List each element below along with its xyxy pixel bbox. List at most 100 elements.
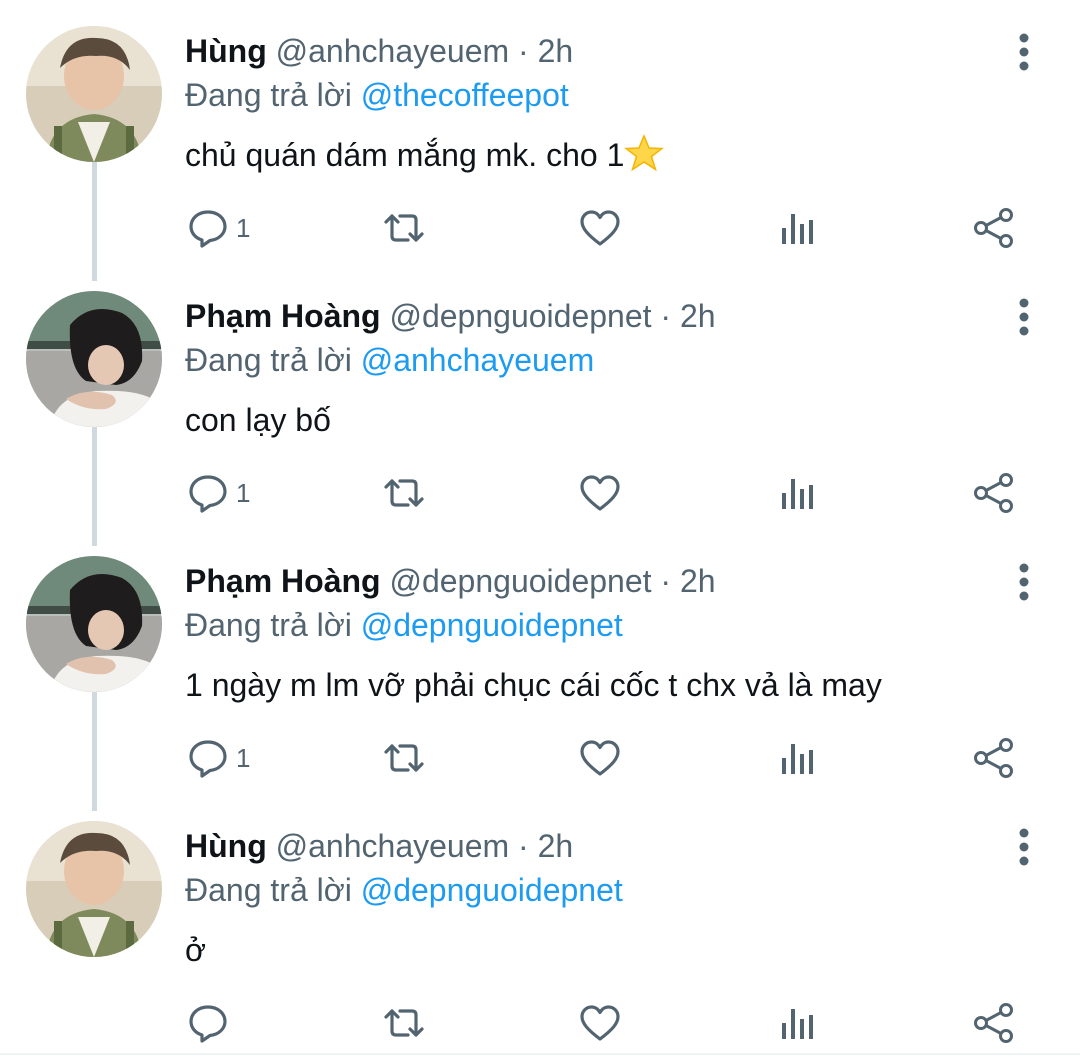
tweet[interactable]: Phạm Hoàng @depnguoidepnet · 2h Đang trả… — [0, 273, 1080, 538]
share-icon — [974, 738, 1013, 778]
avatar[interactable] — [26, 26, 162, 162]
display-name[interactable]: Phạm Hoàng — [185, 563, 381, 599]
replying-to: Đang trả lời @anhchayeuem — [185, 340, 594, 380]
like-button[interactable] — [578, 200, 622, 256]
share-button[interactable] — [972, 200, 1016, 256]
retweet-icon — [384, 744, 424, 772]
reply-count: 1 — [236, 742, 251, 773]
user-handle[interactable]: @anhchayeuem — [276, 33, 510, 69]
tweet-actions — [0, 995, 1080, 1051]
separator: · — [518, 828, 529, 864]
mention-link[interactable]: @thecoffeepot — [361, 77, 569, 113]
more-vertical-icon[interactable] — [1008, 558, 1040, 606]
reply-icon — [189, 210, 227, 248]
tweet-actions: 1 — [0, 465, 1080, 521]
tweet-text-content: chủ quán dám mắng mk. cho 1 — [185, 137, 625, 173]
user-handle[interactable]: @depnguoidepnet — [389, 563, 651, 599]
tweet-text: con lạy bố — [185, 402, 331, 438]
like-button[interactable] — [578, 730, 622, 786]
heart-icon — [580, 1005, 620, 1041]
avatar[interactable] — [26, 821, 162, 957]
tweet-text: ở — [185, 932, 206, 968]
tweet[interactable]: Phạm Hoàng @depnguoidepnet · 2h Đang trả… — [0, 538, 1080, 803]
tweet-header: Hùng @anhchayeuem · 2h — [185, 31, 573, 71]
timestamp[interactable]: 2h — [680, 298, 716, 334]
display-name[interactable]: Phạm Hoàng — [185, 298, 381, 334]
replying-to-label: Đang trả lời — [185, 77, 352, 113]
reply-icon — [189, 1005, 227, 1043]
share-icon — [974, 1003, 1013, 1043]
timestamp[interactable]: 2h — [538, 33, 574, 69]
share-button[interactable] — [972, 465, 1016, 521]
tweet[interactable]: Hùng @anhchayeuem · 2h Đang trả lời @the… — [0, 8, 1080, 273]
user-handle[interactable]: @anhchayeuem — [276, 828, 510, 864]
mention-link[interactable]: @anhchayeuem — [361, 342, 595, 378]
analytics-icon — [782, 744, 813, 774]
display-name[interactable]: Hùng — [185, 33, 267, 69]
tweet-actions: 1 — [0, 730, 1080, 786]
tweet-text: 1 ngày m lm vỡ phải chục cái cốc t chx v… — [185, 667, 882, 703]
analytics-button[interactable] — [776, 730, 820, 786]
analytics-icon — [782, 479, 813, 509]
avatar[interactable] — [26, 556, 162, 692]
separator: · — [660, 563, 672, 599]
reply-button[interactable]: 1 — [186, 730, 250, 786]
avatar-pham-hoang-image — [26, 556, 162, 692]
replying-to: Đang trả lời @depnguoidepnet — [185, 605, 623, 645]
share-icon — [974, 208, 1013, 248]
retweet-icon — [384, 214, 424, 242]
mention-link[interactable]: @depnguoidepnet — [361, 607, 623, 643]
analytics-icon — [782, 1009, 813, 1039]
reply-icon — [189, 475, 227, 513]
mention-link[interactable]: @depnguoidepnet — [361, 872, 623, 908]
tweet[interactable]: Hùng @anhchayeuem · 2h Đang trả lời @dep… — [0, 803, 1080, 1057]
analytics-button[interactable] — [776, 200, 820, 256]
retweet-button[interactable] — [382, 730, 426, 786]
retweet-button[interactable] — [382, 200, 426, 256]
retweet-icon — [384, 479, 424, 507]
reply-button[interactable]: 1 — [186, 200, 250, 256]
reply-count: 1 — [236, 212, 251, 243]
tweet-actions: 1 — [0, 200, 1080, 256]
share-button[interactable] — [972, 730, 1016, 786]
user-handle[interactable]: @depnguoidepnet — [389, 298, 651, 334]
replying-to: Đang trả lời @depnguoidepnet — [185, 870, 623, 910]
avatar-pham-hoang-image — [26, 291, 162, 427]
reply-button[interactable]: 1 — [186, 465, 250, 521]
avatar-hung-image — [26, 821, 162, 957]
separator: · — [518, 33, 529, 69]
analytics-icon — [782, 214, 813, 244]
more-vertical-icon[interactable] — [1008, 293, 1040, 341]
star-emoji — [624, 134, 665, 172]
avatar-hung-image — [26, 26, 162, 162]
replying-to: Đang trả lời @thecoffeepot — [185, 75, 569, 115]
reply-count: 1 — [236, 477, 251, 508]
more-vertical-icon[interactable] — [1008, 28, 1040, 76]
avatar[interactable] — [26, 291, 162, 427]
tweet-text: chủ quán dám mắng mk. cho 1 — [185, 133, 665, 177]
replying-to-label: Đang trả lời — [185, 342, 352, 378]
share-button[interactable] — [972, 995, 1016, 1051]
reply-button[interactable] — [186, 995, 236, 1051]
tweet-header: Phạm Hoàng @depnguoidepnet · 2h — [185, 296, 716, 336]
tweet-thread: Hùng @anhchayeuem · 2h Đang trả lời @the… — [0, 0, 1080, 1057]
share-icon — [974, 473, 1013, 513]
tweet-header: Phạm Hoàng @depnguoidepnet · 2h — [185, 561, 716, 601]
retweet-button[interactable] — [382, 465, 426, 521]
like-button[interactable] — [578, 995, 622, 1051]
replying-to-label: Đang trả lời — [185, 872, 352, 908]
retweet-button[interactable] — [382, 995, 426, 1051]
timestamp[interactable]: 2h — [680, 563, 716, 599]
analytics-button[interactable] — [776, 465, 820, 521]
retweet-icon — [384, 1009, 424, 1037]
more-vertical-icon[interactable] — [1008, 823, 1040, 871]
tweet-header: Hùng @anhchayeuem · 2h — [185, 826, 573, 866]
reply-icon — [189, 740, 227, 778]
like-button[interactable] — [578, 465, 622, 521]
divider — [0, 1053, 1080, 1055]
heart-icon — [580, 210, 620, 246]
timestamp[interactable]: 2h — [538, 828, 574, 864]
analytics-button[interactable] — [776, 995, 820, 1051]
display-name[interactable]: Hùng — [185, 828, 267, 864]
replying-to-label: Đang trả lời — [185, 607, 352, 643]
